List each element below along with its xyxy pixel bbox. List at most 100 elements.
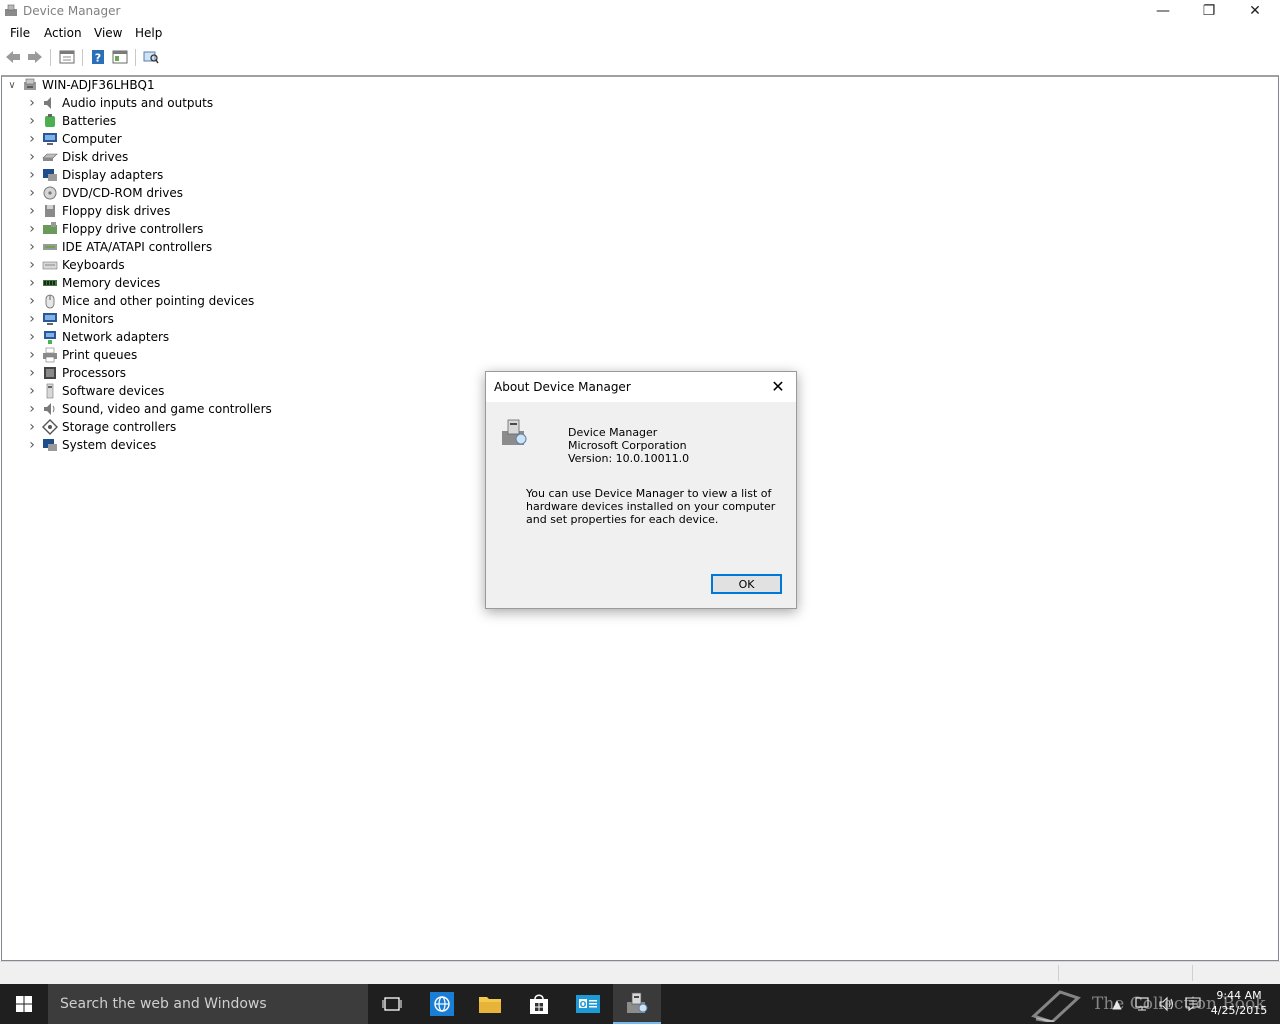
chevron-right-icon[interactable]: › xyxy=(26,383,38,399)
tree-item-system-devices[interactable]: › System devices xyxy=(26,436,156,454)
chevron-right-icon[interactable]: › xyxy=(26,257,38,273)
task-view-icon[interactable] xyxy=(368,984,416,1024)
close-button[interactable]: ✕ xyxy=(1232,0,1278,22)
clock-date: 4/25/2015 xyxy=(1210,1004,1268,1017)
computer-icon xyxy=(42,131,58,147)
chevron-right-icon[interactable]: › xyxy=(26,365,38,381)
tree-item-ide-ata-atapi-controllers[interactable]: › IDE ATA/ATAPI controllers xyxy=(26,238,212,256)
tree-item-batteries[interactable]: › Batteries xyxy=(26,112,116,130)
menu-action[interactable]: Action xyxy=(44,26,82,40)
tree-item-mice-and-other-pointing-devices[interactable]: › Mice and other pointing devices xyxy=(26,292,254,310)
menu-file[interactable]: File xyxy=(10,26,30,40)
disk-drive-icon xyxy=(42,149,58,165)
show-hidden-icons-icon[interactable]: ▲ xyxy=(1108,984,1126,1024)
computer-icon xyxy=(22,77,38,93)
tree-item-display-adapters[interactable]: › Display adapters xyxy=(26,166,163,184)
tree-item-label: System devices xyxy=(62,438,157,452)
chevron-right-icon[interactable]: › xyxy=(26,293,38,309)
minimize-button[interactable]: — xyxy=(1140,0,1186,22)
scan-hardware-icon[interactable] xyxy=(142,48,160,66)
tree-item-keyboards[interactable]: › Keyboards xyxy=(26,256,125,274)
system-device-icon xyxy=(42,437,58,453)
tree-item-floppy-drive-controllers[interactable]: › Floppy drive controllers xyxy=(26,220,203,238)
book-icon xyxy=(1031,990,1081,1022)
ok-button[interactable]: OK xyxy=(711,574,782,594)
network-icon[interactable] xyxy=(1132,984,1154,1024)
help-icon[interactable]: ? xyxy=(89,48,107,66)
action-center-icon[interactable] xyxy=(1182,984,1204,1024)
back-icon[interactable] xyxy=(4,48,22,66)
status-bar xyxy=(0,961,1280,984)
toolbar-separator xyxy=(82,49,83,66)
device-manager-taskbar-button[interactable] xyxy=(613,984,661,1024)
tree-item-label: Network adapters xyxy=(62,330,170,344)
restore-button[interactable]: ❐ xyxy=(1186,0,1232,22)
chevron-right-icon[interactable]: › xyxy=(26,95,38,111)
chevron-right-icon[interactable]: › xyxy=(26,419,38,435)
tree-item-disk-drives[interactable]: › Disk drives xyxy=(26,148,128,166)
tree-item-label: Keyboards xyxy=(62,258,125,272)
floppy-controller-icon xyxy=(42,221,58,237)
tree-item-label: Mice and other pointing devices xyxy=(62,294,255,308)
menu-help[interactable]: Help xyxy=(135,26,162,40)
keyboard-icon xyxy=(42,257,58,273)
tree-item-processors[interactable]: › Processors xyxy=(26,364,126,382)
tree-item-label: Software devices xyxy=(62,384,165,398)
chevron-right-icon[interactable]: › xyxy=(26,131,38,147)
chevron-right-icon[interactable]: › xyxy=(26,113,38,129)
tree-item-label: Display adapters xyxy=(62,168,164,182)
computer-name: WIN-ADJF36LHBQ1 xyxy=(42,78,155,92)
file-explorer-icon[interactable] xyxy=(466,984,514,1024)
chevron-right-icon[interactable]: › xyxy=(26,203,38,219)
tree-item-network-adapters[interactable]: › Network adapters xyxy=(26,328,169,346)
taskbar: Search the web and Windows O The Collect… xyxy=(0,984,1280,1024)
chevron-right-icon[interactable]: › xyxy=(26,401,38,417)
tree-item-software-devices[interactable]: › Software devices xyxy=(26,382,164,400)
update-driver-icon[interactable] xyxy=(111,48,129,66)
tree-item-sound-video-and-game-controllers[interactable]: › Sound, video and game controllers xyxy=(26,400,272,418)
tree-item-label: Monitors xyxy=(62,312,114,326)
tree-item-storage-controllers[interactable]: › Storage controllers xyxy=(26,418,176,436)
device-manager-icon xyxy=(5,4,17,16)
dialog-close-button[interactable]: ✕ xyxy=(766,375,790,397)
volume-icon[interactable] xyxy=(1156,984,1178,1024)
tree-item-computer[interactable]: › Computer xyxy=(26,130,121,148)
toolbar-separator xyxy=(135,49,136,66)
chevron-right-icon[interactable]: › xyxy=(26,167,38,183)
dialog-version: Version: 10.0.10011.0 xyxy=(568,452,690,465)
tree-item-audio-inputs-and-outputs[interactable]: › Audio inputs and outputs xyxy=(26,94,213,112)
store-icon[interactable] xyxy=(515,984,563,1024)
chevron-right-icon[interactable]: › xyxy=(26,347,38,363)
tree-item-label: Floppy disk drives xyxy=(62,204,171,218)
search-placeholder: Search the web and Windows xyxy=(60,996,267,1012)
tree-item-print-queues[interactable]: › Print queues xyxy=(26,346,137,364)
clock[interactable]: 9:44 AM 4/25/2015 xyxy=(1206,988,1272,1018)
tree-root[interactable]: ∨ WIN-ADJF36LHBQ1 xyxy=(6,76,155,94)
chevron-right-icon[interactable]: › xyxy=(26,437,38,453)
outlook-icon[interactable]: O xyxy=(564,984,612,1024)
chevron-right-icon[interactable]: › xyxy=(26,275,38,291)
chevron-right-icon[interactable]: › xyxy=(26,239,38,255)
monitor-icon xyxy=(42,311,58,327)
properties-icon[interactable] xyxy=(58,48,76,66)
tree-item-floppy-disk-drives[interactable]: › Floppy disk drives xyxy=(26,202,170,220)
sound-icon xyxy=(42,401,58,417)
start-button[interactable] xyxy=(0,984,48,1024)
chevron-right-icon[interactable]: › xyxy=(26,221,38,237)
chevron-down-icon[interactable]: ∨ xyxy=(6,79,18,91)
chevron-right-icon[interactable]: › xyxy=(26,311,38,327)
chevron-right-icon[interactable]: › xyxy=(26,149,38,165)
title-bar: Device Manager — ❐ ✕ xyxy=(0,0,1280,22)
tree-item-monitors[interactable]: › Monitors xyxy=(26,310,114,328)
search-box[interactable]: Search the web and Windows xyxy=(48,984,368,1024)
tree-item-dvd-cd-rom-drives[interactable]: › DVD/CD-ROM drives xyxy=(26,184,183,202)
chevron-right-icon[interactable]: › xyxy=(26,185,38,201)
status-divider xyxy=(1192,965,1193,981)
chevron-right-icon[interactable]: › xyxy=(26,329,38,345)
internet-explorer-icon[interactable] xyxy=(418,984,466,1024)
menu-view[interactable]: View xyxy=(94,26,122,40)
tree-item-label: Audio inputs and outputs xyxy=(62,96,214,110)
tree-item-memory-devices[interactable]: › Memory devices xyxy=(26,274,160,292)
tree-item-label: Memory devices xyxy=(62,276,161,290)
forward-icon[interactable] xyxy=(26,48,44,66)
